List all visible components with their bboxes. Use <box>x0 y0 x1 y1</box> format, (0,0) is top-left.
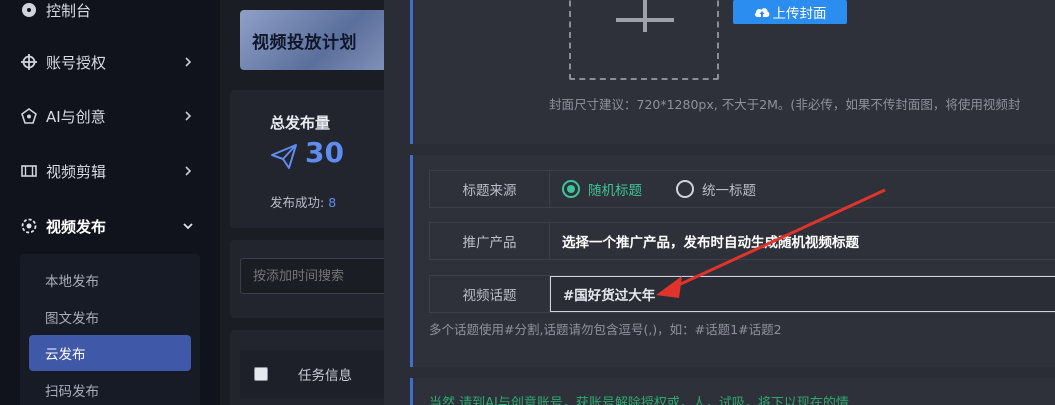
crosshair-icon <box>20 53 38 71</box>
sidebar-item-label: 控制台 <box>46 1 92 20</box>
title-source-label: 标题来源 <box>430 171 550 207</box>
topic-label: 视频话题 <box>430 276 550 312</box>
upload-cover-label: 上传封面 <box>772 6 827 22</box>
cloud-upload-icon <box>754 5 770 19</box>
table-header: 任务信息 <box>240 350 390 398</box>
film-icon <box>20 162 38 180</box>
product-label: 推广产品 <box>430 223 550 259</box>
publish-success-label: 发布成功: <box>270 195 325 210</box>
content-column: 视频投放计划 总发布量 30 发布成功: 8 任务信息 <box>220 0 390 405</box>
sidebar-item-ai-creative[interactable]: AI与创意 <box>0 96 220 136</box>
submenu-item-image-text-publish[interactable]: 图文发布 <box>29 299 191 335</box>
ai-icon <box>20 107 38 125</box>
task-info-header: 任务信息 <box>298 368 352 384</box>
select-all-checkbox[interactable] <box>254 367 268 381</box>
title-source-options: 随机标题 统一标题 <box>550 171 1055 207</box>
sidebar: 控制台 账号授权 AI与创意 视频剪辑 视频发布 本地发布 图文发布 云发布 扫… <box>0 0 220 405</box>
paper-plane-icon <box>270 142 298 170</box>
product-row: 推广产品 选择一个推广产品，发布时自动生成随机视频标题 <box>429 222 1055 260</box>
title-source-row: 标题来源 随机标题 统一标题 <box>429 170 1055 208</box>
topic-input[interactable]: #国好货过大年 <box>550 276 1055 312</box>
chevron-down-icon <box>180 218 196 234</box>
app-root: 控制台 账号授权 AI与创意 视频剪辑 视频发布 本地发布 图文发布 云发布 扫… <box>0 0 1055 405</box>
radio-unified-title[interactable] <box>676 180 694 198</box>
cover-section: 上传封面 封面尺寸建议：720*1280px, 不大于2M。(非必传，如果不传封… <box>410 0 1055 144</box>
chevron-right-icon <box>180 54 196 70</box>
topic-row: 视频话题 #国好货过大年 <box>429 275 1055 313</box>
topic-hint: 多个话题使用#分割,话题请勿包含逗号(,)，如：#话题1#话题2 <box>429 322 782 337</box>
submenu-item-local-publish[interactable]: 本地发布 <box>29 262 191 298</box>
publish-submenu: 本地发布 图文发布 云发布 扫码发布 <box>20 254 200 405</box>
search-card <box>230 240 390 318</box>
total-publish-label: 总发布量 <box>270 114 331 132</box>
plan-banner[interactable]: 视频投放计划 <box>240 10 390 70</box>
time-search-input[interactable] <box>240 258 390 294</box>
publish-success-text: 发布成功: 8 <box>270 192 336 211</box>
sidebar-item-video-publish[interactable]: 视频发布 <box>0 206 220 246</box>
radio-random-title[interactable] <box>562 180 580 198</box>
sidebar-item-label: 账号授权 <box>46 53 107 72</box>
chevron-right-icon <box>180 108 196 124</box>
sidebar-item-label: 视频剪辑 <box>46 162 107 181</box>
cover-size-hint: 封面尺寸建议：720*1280px, 不大于2M。(非必传，如果不传封面图，将使… <box>549 97 1021 112</box>
chevron-right-icon <box>180 163 196 179</box>
cover-upload-box[interactable] <box>569 0 719 80</box>
sidebar-item-dashboard[interactable]: 控制台 <box>0 0 220 30</box>
sidebar-item-account-auth[interactable]: 账号授权 <box>0 42 220 82</box>
sidebar-item-label: 视频发布 <box>46 217 107 236</box>
product-select[interactable]: 选择一个推广产品，发布时自动生成随机视频标题 <box>550 223 1055 259</box>
publish-success-count: 8 <box>328 195 337 210</box>
notice-section: 当然 请到AI与创意账号，获账号解除授权或，人，试吸，将下以现在的情 <box>410 378 1055 405</box>
title-topic-section: 标题来源 随机标题 统一标题 推广产品 选择一个推广产品，发布时自动生成随机视频… <box>410 155 1055 367</box>
radio-random-label[interactable]: 随机标题 <box>588 179 642 199</box>
submenu-item-scan-publish[interactable]: 扫码发布 <box>29 372 191 405</box>
upload-cover-button[interactable]: 上传封面 <box>733 0 847 24</box>
plus-icon <box>643 0 647 32</box>
submenu-item-cloud-publish[interactable]: 云发布 <box>29 335 191 371</box>
sidebar-item-video-edit[interactable]: 视频剪辑 <box>0 151 220 191</box>
publish-modal: 上传封面 封面尺寸建议：720*1280px, 不大于2M。(非必传，如果不传封… <box>384 0 1055 405</box>
dashboard-icon <box>20 1 38 19</box>
publish-icon <box>20 217 38 235</box>
radio-unified-label[interactable]: 统一标题 <box>702 179 756 199</box>
sidebar-item-label: AI与创意 <box>46 107 106 126</box>
notice-text: 当然 请到AI与创意账号，获账号解除授权或，人，试吸，将下以现在的情 <box>429 396 849 405</box>
stats-card: 总发布量 30 发布成功: 8 <box>230 90 390 228</box>
task-table: 任务信息 <box>230 330 390 405</box>
total-publish-count: 30 <box>305 136 344 169</box>
